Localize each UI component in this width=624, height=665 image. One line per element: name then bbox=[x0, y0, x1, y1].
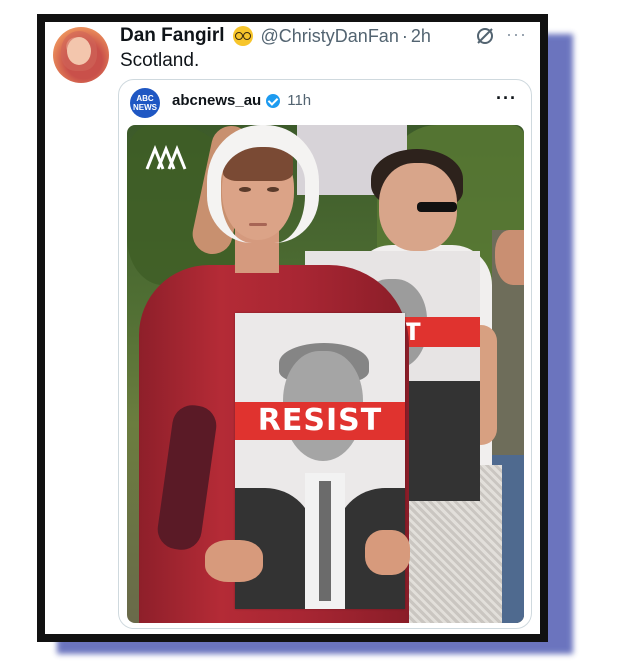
quoted-account-line: abcnews_au 11h bbox=[172, 92, 311, 109]
separator: · bbox=[401, 25, 408, 46]
display-name[interactable]: Dan Fangirl bbox=[120, 25, 225, 47]
abc-news-logo-icon: ABC NEWS bbox=[133, 94, 157, 112]
nerd-face-emoji-icon bbox=[232, 26, 253, 46]
user-avatar[interactable] bbox=[53, 27, 109, 83]
quoted-avatar[interactable]: ABC NEWS bbox=[130, 88, 160, 118]
quoted-account-name[interactable]: abcnews_au bbox=[172, 92, 261, 109]
abc-watermark-icon bbox=[145, 145, 187, 170]
tweet-card: Dan Fangirl @ChristyDanFan · 2h ··· Scot… bbox=[45, 22, 540, 634]
user-handle[interactable]: @ChristyDanFan bbox=[261, 26, 399, 47]
quoted-tweet[interactable]: ABC NEWS abcnews_au 11h ··· ST bbox=[118, 79, 532, 629]
verified-badge-icon bbox=[266, 93, 281, 108]
quoted-photo[interactable]: ST RESIST bbox=[127, 125, 524, 623]
tweet-header: Dan Fangirl @ChristyDanFan · 2h bbox=[120, 25, 431, 47]
resist-sign-text: RESIST bbox=[235, 402, 405, 440]
more-options-icon[interactable]: ··· bbox=[506, 25, 528, 43]
quoted-more-options-icon[interactable]: ··· bbox=[496, 88, 517, 109]
tweet-text: Scotland. bbox=[120, 50, 200, 71]
grok-icon[interactable] bbox=[475, 26, 495, 46]
quoted-time[interactable]: 11h bbox=[287, 92, 311, 109]
tweet-time[interactable]: 2h bbox=[411, 26, 431, 47]
